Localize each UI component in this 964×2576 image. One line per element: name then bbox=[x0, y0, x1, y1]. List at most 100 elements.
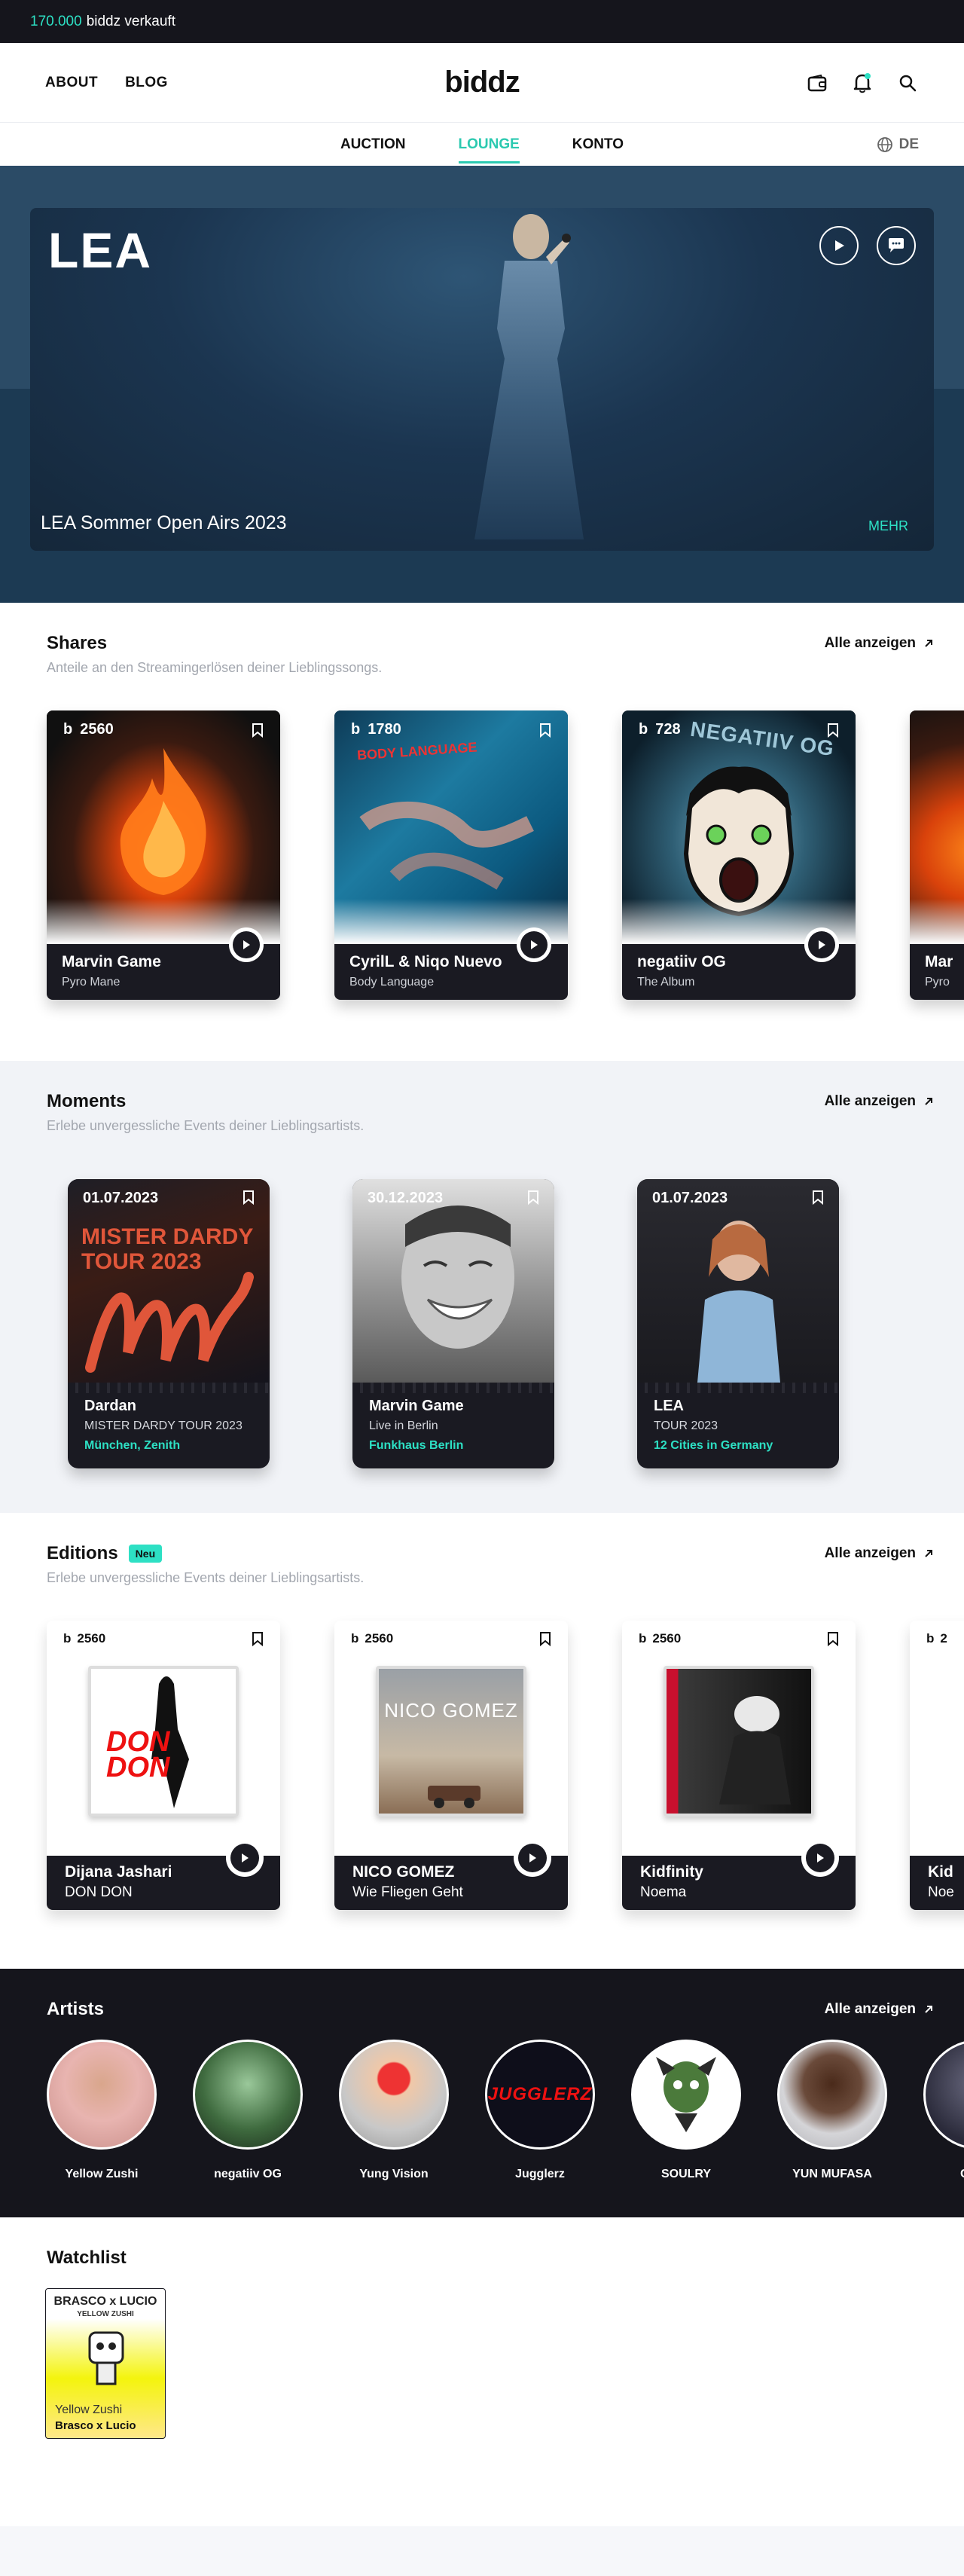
search-icon[interactable] bbox=[896, 72, 919, 94]
play-icon bbox=[242, 1853, 249, 1862]
cartoon-face-graphic bbox=[683, 766, 795, 917]
share-subtitle: Body Language bbox=[349, 976, 435, 989]
share-info: negatiiv OG The Album bbox=[637, 953, 726, 989]
share-play-button[interactable] bbox=[804, 927, 839, 962]
edition-play-button[interactable] bbox=[801, 1839, 839, 1877]
sold-count: 170.000 bbox=[30, 13, 82, 29]
edition-count: 2560 bbox=[365, 1631, 394, 1646]
share-card[interactable]: NEGATIIV OG b 728 negatiiv OG The Album bbox=[622, 710, 856, 1000]
share-count: 1780 bbox=[368, 721, 401, 738]
shares-see-all-link[interactable]: Alle anzeigen bbox=[825, 635, 934, 652]
bookmark-icon[interactable] bbox=[539, 723, 551, 738]
artist-item[interactable]: Yellow Zushi bbox=[45, 2040, 158, 2181]
artist-name: SOULRY bbox=[660, 2168, 712, 2180]
shares-list: b 2560 Marvin Game Pyro Mane BODY LANGUAG… bbox=[47, 710, 964, 1000]
hero-banner[interactable]: LEA LEA Sommer Open Airs 2023 MEHR bbox=[30, 208, 934, 551]
moment-location: 12 Cities in Germany bbox=[654, 1439, 773, 1452]
bookmark-icon[interactable] bbox=[812, 1190, 824, 1205]
share-card[interactable]: BODY LANGUAGE b 1780 CyrilL & Niqo Nuevo … bbox=[334, 710, 568, 1000]
logo[interactable]: biddz bbox=[444, 66, 520, 99]
share-card[interactable]: Mar Pyro bbox=[910, 710, 964, 1000]
share-title: Mar bbox=[925, 953, 953, 970]
bookmark-icon[interactable] bbox=[252, 1631, 264, 1646]
language-selector[interactable]: DE bbox=[877, 136, 919, 153]
artist-item[interactable]: JUGGLERZ Jugglerz bbox=[484, 2040, 596, 2181]
arrow-up-right-icon bbox=[925, 2006, 932, 2013]
share-subtitle: Pyro bbox=[925, 976, 950, 989]
shares-description: Anteile an den Streamingerlösen deiner L… bbox=[47, 660, 383, 675]
biddz-icon: b bbox=[351, 1631, 359, 1646]
nav-blog[interactable]: BLOG bbox=[125, 75, 168, 91]
artist-item[interactable]: SOULRY bbox=[630, 2040, 743, 2181]
artists-section: Artists Alle anzeigen Yellow Zushi negat… bbox=[0, 1969, 964, 2217]
language-label: DE bbox=[898, 136, 919, 152]
moment-card-header: 30.12.2023 bbox=[368, 1190, 539, 1207]
edition-art-text: NICO GOMEZ bbox=[384, 1699, 518, 1722]
tour-script-graphic bbox=[85, 1272, 254, 1373]
bookmark-icon[interactable] bbox=[827, 723, 839, 738]
biddz-icon: b bbox=[351, 721, 361, 738]
share-play-button[interactable] bbox=[229, 927, 264, 962]
chat-button[interactable] bbox=[877, 226, 916, 265]
bookmark-icon[interactable] bbox=[539, 1631, 551, 1646]
bell-icon[interactable] bbox=[851, 72, 874, 94]
artist-item[interactable]: negatiiv OG bbox=[191, 2040, 304, 2181]
edition-card-header: b 2560 bbox=[639, 1631, 839, 1646]
share-subtitle: Pyro Mane bbox=[62, 976, 120, 989]
moment-card-header: 01.07.2023 bbox=[83, 1190, 255, 1207]
edition-play-button[interactable] bbox=[514, 1839, 551, 1877]
flame-icon bbox=[120, 748, 206, 895]
new-badge: Neu bbox=[128, 1545, 163, 1563]
bookmark-icon[interactable] bbox=[252, 723, 264, 738]
share-info: Marvin Game Pyro Mane bbox=[62, 953, 161, 989]
watchlist-title: Watchlist bbox=[47, 2248, 127, 2268]
edition-card-header: b2 bbox=[926, 1631, 964, 1646]
share-play-button[interactable] bbox=[517, 927, 551, 962]
moments-see-all-link[interactable]: Alle anzeigen bbox=[825, 1093, 934, 1110]
edition-subtitle: Noe bbox=[928, 1884, 954, 1900]
edition-play-button[interactable] bbox=[226, 1839, 264, 1877]
watchlist-section: Watchlist BRASCO x LUCIO YELLOW ZUSHI Ye… bbox=[0, 2217, 964, 2526]
play-button[interactable] bbox=[819, 226, 859, 265]
moment-card[interactable]: 30.12.2023 Marvin Game Live in Berlin Fu… bbox=[352, 1179, 554, 1468]
nav-about[interactable]: ABOUT bbox=[45, 75, 98, 91]
avatar bbox=[339, 2040, 449, 2150]
tab-auction[interactable]: AUCTION bbox=[340, 123, 406, 166]
bookmark-icon[interactable] bbox=[827, 1631, 839, 1646]
moment-subtitle: MISTER DARDY TOUR 2023 bbox=[84, 1419, 243, 1432]
edition-card[interactable]: b 2560 DON DON Dijana Jashari DON DON bbox=[47, 1621, 280, 1910]
ticket-perforation bbox=[637, 1383, 839, 1393]
bookmark-icon[interactable] bbox=[527, 1190, 539, 1205]
artist-item[interactable]: Yung Vision bbox=[337, 2040, 450, 2181]
edition-card[interactable]: b 2560 Kidfinity Noema bbox=[622, 1621, 856, 1910]
tab-bar: AUCTION LOUNGE KONTO bbox=[340, 123, 624, 166]
artists-title: Artists bbox=[47, 1999, 105, 2019]
artist-name: CYMO bbox=[922, 2168, 964, 2181]
hero-more-link[interactable]: MEHR bbox=[868, 518, 908, 534]
artist-item[interactable]: CYMO bbox=[922, 2040, 964, 2181]
share-subtitle: The Album bbox=[637, 976, 695, 989]
play-icon bbox=[529, 1853, 536, 1862]
editions-see-all-link[interactable]: Alle anzeigen bbox=[825, 1545, 934, 1562]
wallet-icon[interactable] bbox=[806, 72, 828, 94]
edition-art-text: DON DON bbox=[106, 1726, 170, 1784]
arrow-up-right-icon bbox=[925, 640, 932, 647]
tab-lounge[interactable]: LOUNGE bbox=[458, 123, 520, 166]
edition-card[interactable]: b2 Kid Noe bbox=[910, 1621, 964, 1910]
moment-card[interactable]: MISTER DARDY TOUR 2023 01.07.2023 Dardan… bbox=[68, 1179, 270, 1468]
moment-location: Funkhaus Berlin bbox=[369, 1439, 464, 1452]
bookmark-icon[interactable] bbox=[243, 1190, 255, 1205]
artist-item[interactable]: YUN MUFASA bbox=[776, 2040, 889, 2181]
moment-card[interactable]: 01.07.2023 LEA TOUR 2023 12 Cities in Ge… bbox=[637, 1179, 839, 1468]
biddz-icon: b bbox=[926, 1631, 935, 1646]
share-artwork-face: NEGATIIV OG bbox=[622, 710, 856, 944]
edition-card[interactable]: b 2560 NICO GOMEZ NICO GOMEZ Wie Fliegen … bbox=[334, 1621, 568, 1910]
artists-see-all-link[interactable]: Alle anzeigen bbox=[825, 2001, 934, 2018]
tab-konto[interactable]: KONTO bbox=[572, 123, 624, 166]
share-card[interactable]: b 2560 Marvin Game Pyro Mane bbox=[47, 710, 280, 1000]
watchlist-cover-title: BRASCO x LUCIO bbox=[53, 2295, 157, 2308]
watchlist-item[interactable]: BRASCO x LUCIO YELLOW ZUSHI Yellow Zushi… bbox=[45, 2288, 166, 2439]
moment-subtitle: Live in Berlin bbox=[369, 1419, 438, 1432]
share-card-header: b 728 bbox=[639, 721, 839, 738]
smiling-face-graphic bbox=[401, 1205, 514, 1349]
